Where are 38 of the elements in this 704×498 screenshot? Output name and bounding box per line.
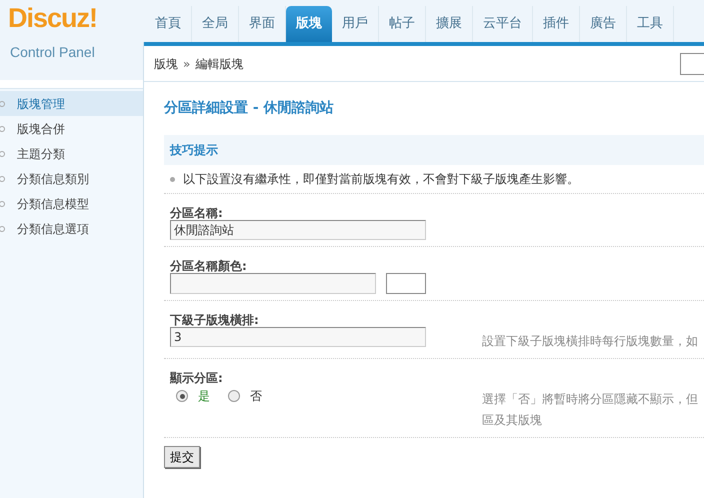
field-label: 分區名稱顏色: [168,258,248,273]
sidebar-item[interactable]: 分類信息模型 [0,191,143,216]
sidebar-item[interactable]: 版塊合併 [0,116,143,141]
tips-title: 技巧提示 [170,142,218,159]
breadcrumb-current: 編輯版塊 [195,56,244,72]
color-swatch[interactable] [386,273,426,294]
sidebar-item[interactable]: 主題分類 [0,141,143,166]
bullet-icon [0,126,5,132]
page-title: 分區詳細設置 - 休閒諮詢站 [164,99,335,118]
sidebar-item[interactable]: 分類信息選項 [0,216,143,241]
sidebar-item[interactable]: 分類信息類別 [0,166,143,191]
breadcrumb-separator: » [183,56,190,72]
field-label: 下級子版塊橫排: [169,312,260,327]
bullet-icon [0,150,5,156]
bullet-icon [0,226,5,232]
bullet-icon [0,100,5,106]
logo: Discuz! [8,2,98,34]
sidebar-item[interactable]: 版塊管理 [0,91,143,116]
radio-label: 是 [198,388,210,405]
input-field[interactable] [170,273,376,294]
field-label: 分區名稱: [168,205,224,220]
bullet-icon [0,176,5,182]
submit-button[interactable]: 提交 [164,446,200,468]
hint-text: 區及其版塊 [482,412,543,429]
breadcrumb-link[interactable]: 版塊 [154,54,178,72]
field-label: 顯示分區: [169,370,224,385]
tip-text: 以下設置沒有繼承性，即僅對當前版塊有效，不會對下級子版塊產生影響。 [183,171,579,188]
radio-label: 否 [250,388,262,405]
input-field[interactable]: 3 [170,327,426,347]
hint-text: 設置下級子版塊橫排時每行版塊數量，如 [482,333,698,350]
nav-tab[interactable]: 版塊 [286,6,332,42]
radio-button[interactable] [228,390,240,402]
bullet-icon [0,200,5,206]
logo-subtitle: Control Panel [0,42,143,80]
input-field[interactable]: 休閒諮詢站 [170,220,426,240]
radio-button[interactable] [176,390,188,402]
hint-text: 選擇「否」將暫時將分區隱藏不顯示，但 [482,391,698,408]
bullet-icon [170,176,175,182]
